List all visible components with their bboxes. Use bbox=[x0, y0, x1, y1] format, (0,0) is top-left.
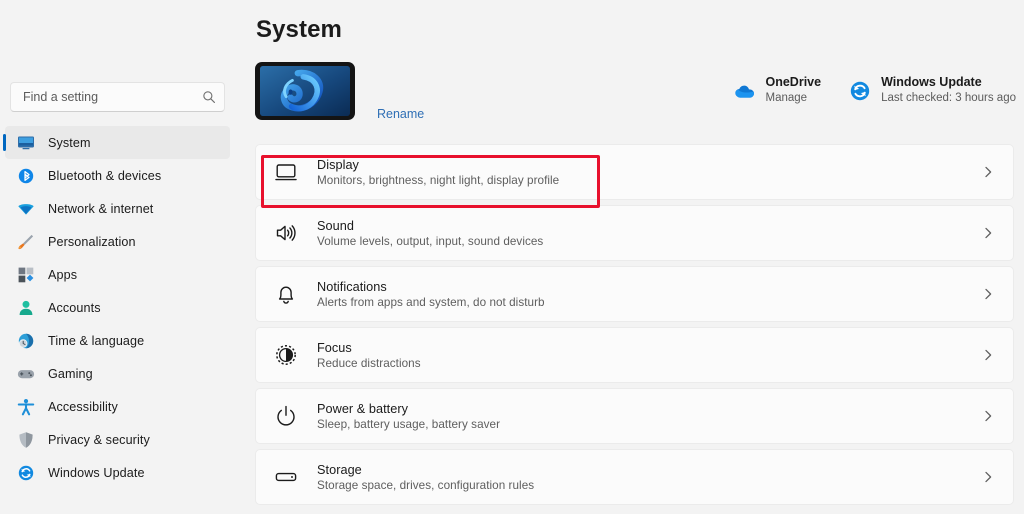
quick-card-windows-update[interactable]: Windows Update Last checked: 3 hours ago bbox=[849, 74, 1016, 106]
sidebar-item-label: Accessibility bbox=[48, 399, 118, 414]
settings-row-title: Sound bbox=[317, 218, 354, 233]
chevron-right-icon bbox=[981, 409, 995, 423]
sidebar-item-accounts[interactable]: Accounts bbox=[5, 291, 230, 324]
rename-link[interactable]: Rename bbox=[377, 107, 424, 121]
refresh-icon bbox=[849, 80, 871, 102]
sidebar-item-apps[interactable]: Apps bbox=[5, 258, 230, 291]
settings-row-title: Storage bbox=[317, 462, 362, 477]
sidebar-item-label: Apps bbox=[48, 267, 78, 282]
quick-card-onedrive[interactable]: OneDrive Manage bbox=[734, 74, 822, 106]
sidebar-item-label: Windows Update bbox=[48, 465, 145, 480]
settings-row-subtitle: Volume levels, output, input, sound devi… bbox=[317, 234, 544, 248]
gamepad-icon bbox=[17, 365, 35, 383]
device-bloom-thumbnail bbox=[255, 62, 355, 120]
sidebar-item-time-language[interactable]: Time & language bbox=[5, 324, 230, 357]
search-box[interactable] bbox=[10, 82, 225, 112]
sidebar-item-label: Bluetooth & devices bbox=[48, 168, 162, 183]
sidebar-item-label: System bbox=[48, 135, 91, 150]
sidebar-nav: System Bluetooth & devices Network & int… bbox=[0, 126, 235, 489]
search-icon bbox=[202, 90, 216, 104]
sidebar-item-personalization[interactable]: Personalization bbox=[5, 225, 230, 258]
paintbrush-icon bbox=[17, 233, 35, 251]
quick-card-subtitle: Manage bbox=[765, 91, 808, 104]
settings-row-power-battery[interactable]: Power & battery Sleep, battery usage, ba… bbox=[255, 388, 1014, 444]
person-icon bbox=[17, 299, 35, 317]
chevron-right-icon bbox=[981, 287, 995, 301]
sidebar-item-windows-update[interactable]: Windows Update bbox=[5, 456, 230, 489]
sidebar-item-label: Personalization bbox=[48, 234, 136, 249]
accessibility-icon bbox=[17, 398, 35, 416]
sidebar-item-label: Accounts bbox=[48, 300, 101, 315]
settings-row-notifications[interactable]: Notifications Alerts from apps and syste… bbox=[255, 266, 1014, 322]
monitor-outline-icon bbox=[274, 160, 298, 184]
bluetooth-icon bbox=[17, 167, 35, 185]
device-header: Rename OneDrive Manage Windows Update La… bbox=[255, 62, 1019, 130]
page-title: System bbox=[256, 16, 342, 43]
bell-icon bbox=[274, 282, 298, 306]
settings-row-display[interactable]: Display Monitors, brightness, night ligh… bbox=[255, 144, 1014, 200]
settings-row-title: Focus bbox=[317, 340, 352, 355]
quick-card-title: OneDrive bbox=[765, 75, 822, 89]
settings-row-title: Display bbox=[317, 157, 359, 172]
settings-row-subtitle: Storage space, drives, configuration rul… bbox=[317, 478, 535, 492]
focus-icon bbox=[274, 343, 298, 367]
settings-list: Display Monitors, brightness, night ligh… bbox=[255, 144, 1014, 505]
chevron-right-icon bbox=[981, 165, 995, 179]
settings-row-title: Notifications bbox=[317, 279, 387, 294]
settings-row-focus[interactable]: Focus Reduce distractions bbox=[255, 327, 1014, 383]
sidebar-item-gaming[interactable]: Gaming bbox=[5, 357, 230, 390]
sidebar-item-label: Privacy & security bbox=[48, 432, 150, 447]
refresh-icon bbox=[17, 464, 35, 482]
apps-grid-icon bbox=[17, 266, 35, 284]
sidebar-item-network-internet[interactable]: Network & internet bbox=[5, 192, 230, 225]
chevron-right-icon bbox=[981, 226, 995, 240]
speaker-icon bbox=[274, 221, 298, 245]
settings-row-subtitle: Sleep, battery usage, battery saver bbox=[317, 417, 501, 431]
quick-cards: OneDrive Manage Windows Update Last chec… bbox=[734, 74, 1016, 106]
chevron-right-icon bbox=[981, 470, 995, 484]
power-icon bbox=[274, 404, 298, 428]
sidebar-item-label: Time & language bbox=[48, 333, 145, 348]
main-content: System Rename OneDrive Manage Windows Up… bbox=[235, 0, 1024, 514]
sidebar-item-label: Network & internet bbox=[48, 201, 154, 216]
settings-row-subtitle: Monitors, brightness, night light, displ… bbox=[317, 173, 560, 187]
onedrive-cloud-icon bbox=[734, 80, 756, 102]
clock-globe-icon bbox=[17, 332, 35, 350]
settings-row-sound[interactable]: Sound Volume levels, output, input, soun… bbox=[255, 205, 1014, 261]
sidebar-item-privacy-security[interactable]: Privacy & security bbox=[5, 423, 230, 456]
settings-window: System Bluetooth & devices Network & int… bbox=[0, 0, 1024, 514]
wifi-icon bbox=[17, 200, 35, 218]
monitor-icon bbox=[17, 134, 35, 152]
shield-icon bbox=[17, 431, 35, 449]
sidebar: System Bluetooth & devices Network & int… bbox=[0, 0, 235, 514]
quick-card-title: Windows Update bbox=[881, 75, 982, 89]
settings-row-storage[interactable]: Storage Storage space, drives, configura… bbox=[255, 449, 1014, 505]
storage-drive-icon bbox=[274, 465, 298, 489]
settings-row-subtitle: Alerts from apps and system, do not dist… bbox=[317, 295, 545, 309]
sidebar-item-accessibility[interactable]: Accessibility bbox=[5, 390, 230, 423]
quick-card-subtitle: Last checked: 3 hours ago bbox=[881, 91, 1016, 104]
settings-row-subtitle: Reduce distractions bbox=[317, 356, 421, 370]
sidebar-item-bluetooth-devices[interactable]: Bluetooth & devices bbox=[5, 159, 230, 192]
settings-row-title: Power & battery bbox=[317, 401, 409, 416]
sidebar-item-system[interactable]: System bbox=[3, 126, 230, 159]
chevron-right-icon bbox=[981, 348, 995, 362]
search-input[interactable] bbox=[23, 83, 202, 111]
sidebar-item-label: Gaming bbox=[48, 366, 93, 381]
